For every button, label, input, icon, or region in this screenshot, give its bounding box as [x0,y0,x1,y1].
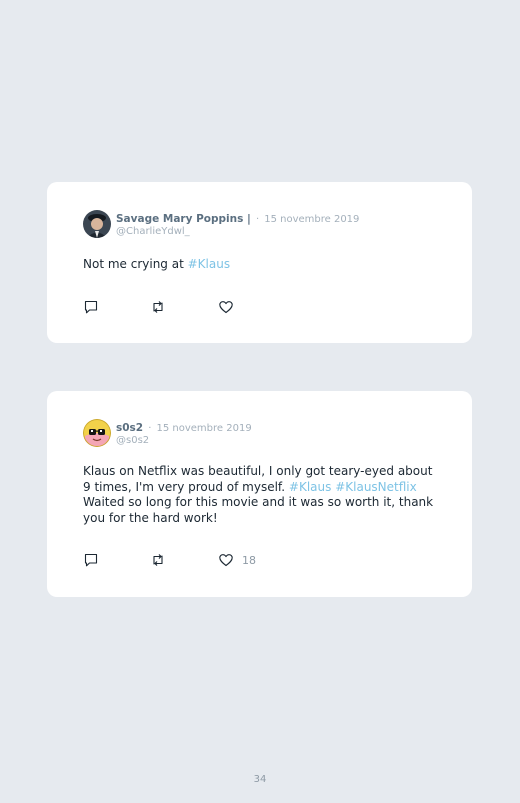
hashtag-link[interactable]: #Klaus [188,257,230,271]
speech-bubble-icon [84,300,98,314]
separator: · [255,214,260,225]
tweet-meta: s0s2 · 15 novembre 2019 @s0s2 [116,420,252,447]
tweet-text: Not me crying at #Klaus [83,257,442,273]
like-button[interactable]: 18 [218,552,256,568]
author-handle[interactable]: @s0s2 [116,435,252,447]
tweet-date[interactable]: 15 novembre 2019 [157,423,252,434]
tweet-card: s0s2 · 15 novembre 2019 @s0s2 Klaus on N… [47,391,472,597]
tweet-actions [83,299,283,315]
tweet-card: Savage Mary Poppins | · 15 novembre 2019… [47,182,472,343]
reply-button[interactable] [83,552,99,568]
retweet-button[interactable] [150,552,166,568]
avatar[interactable] [83,419,111,447]
tweet-header: s0s2 · 15 novembre 2019 @s0s2 [83,419,252,447]
avatar[interactable] [83,210,111,238]
heart-icon [219,301,233,314]
author-name[interactable]: s0s2 [116,422,143,434]
tweet-text-part: Not me crying at [83,257,188,271]
tweet-text-part: Waited so long for this movie and it was… [83,495,434,525]
retweet-button[interactable] [150,299,166,315]
author-handle[interactable]: @CharlieYdwl_ [116,226,359,238]
heart-icon [219,554,233,567]
retweet-icon [153,301,163,313]
like-count: 18 [242,553,256,567]
speech-bubble-icon [84,553,98,567]
tweet-meta: Savage Mary Poppins | · 15 novembre 2019… [116,211,359,238]
hashtag-link[interactable]: #KlausNetflix [335,480,417,494]
retweet-icon [153,554,163,566]
reply-button[interactable] [83,299,99,315]
page-number: 34 [253,774,267,785]
separator: · [148,423,152,434]
like-button[interactable] [218,299,242,315]
tweet-header: Savage Mary Poppins | · 15 novembre 2019… [83,210,359,238]
tweet-date[interactable]: 15 novembre 2019 [264,214,359,225]
tweet-actions: 18 [83,552,283,568]
tweet-text: Klaus on Netflix was beautiful, I only g… [83,464,442,526]
author-name[interactable]: Savage Mary Poppins | [116,213,251,225]
hashtag-link[interactable]: #Klaus [289,480,331,494]
